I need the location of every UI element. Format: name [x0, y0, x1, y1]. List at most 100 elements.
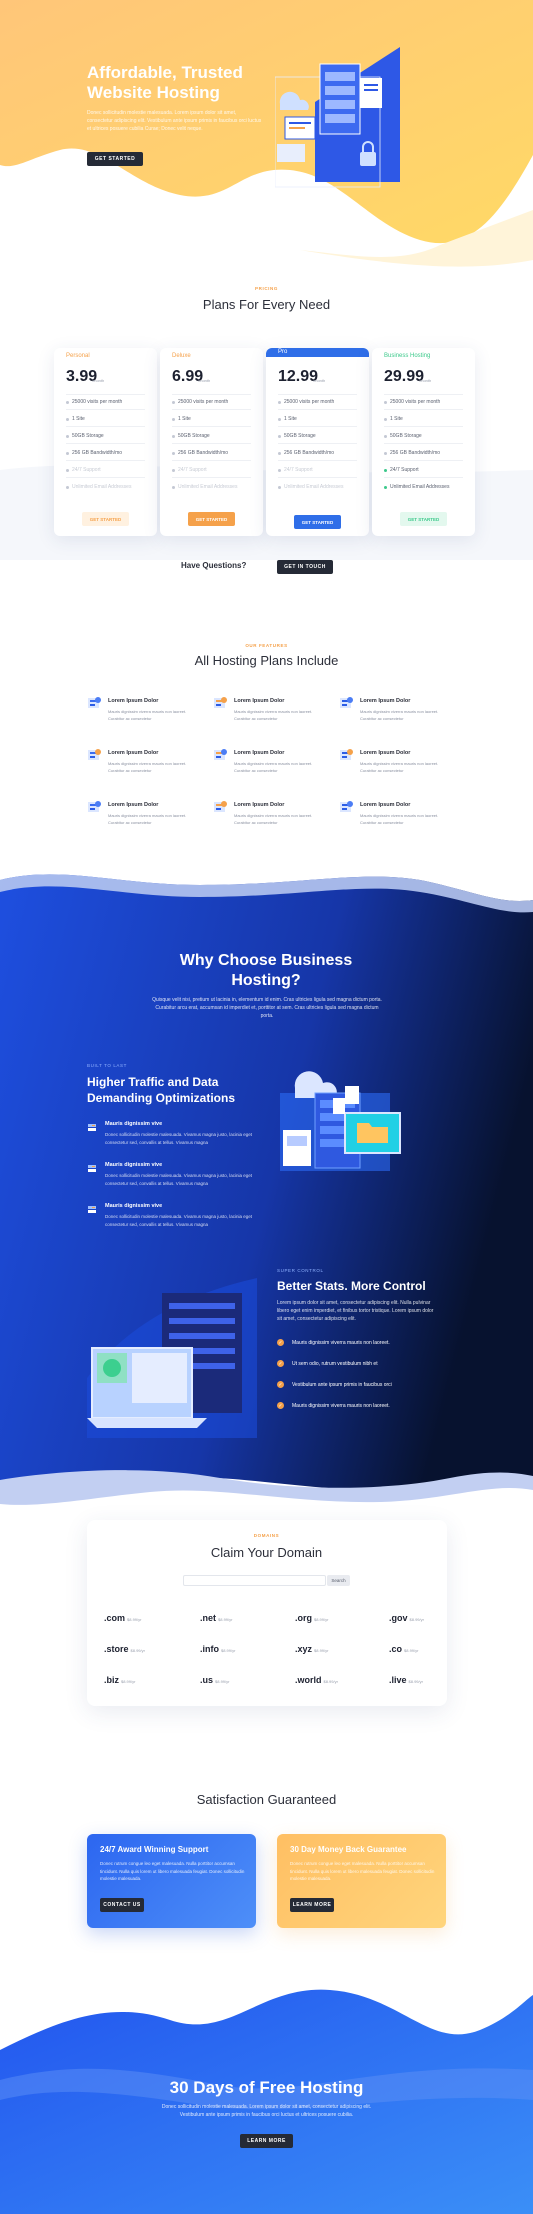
- get-in-touch-button[interactable]: GET IN TOUCH: [277, 560, 333, 574]
- check-icon: ✓: [277, 1339, 284, 1346]
- plan-period: /month: [92, 378, 105, 383]
- domain-search-button[interactable]: Search: [327, 1575, 350, 1586]
- bullet-icon: [172, 434, 175, 438]
- plan-feature-text: Unlimited Email Addresses: [390, 484, 450, 490]
- feature-description: Mauris dignissim viverra mauris non laor…: [108, 709, 187, 721]
- tld-price: $8.99/yr: [121, 1679, 136, 1684]
- money-back-card-title: 30 Day Money Back Guarantee: [290, 1845, 407, 1854]
- pricing-card-1: Deluxe 6.99/month 25000 visits per month 1 …: [160, 348, 263, 536]
- questions-text: Have Questions?: [181, 561, 247, 570]
- bullet-icon: [278, 417, 281, 421]
- tld-price: $8.99/yr: [215, 1679, 230, 1684]
- feature-divider: [384, 443, 463, 444]
- plan-feature-text: Unlimited Email Addresses: [178, 484, 238, 490]
- tld-price: $8.99/yr: [218, 1617, 233, 1622]
- feature-description: Mauris dignissim viverra mauris non laor…: [360, 709, 439, 721]
- plan-feature: 24/7 Support: [172, 467, 207, 473]
- tld-item[interactable]: .xyz $8.99/yr: [295, 1644, 328, 1654]
- plan-feature: 256 GB Bandwidth/mo: [384, 450, 440, 456]
- domain-label: DOMAINS: [253, 1533, 280, 1538]
- feature-divider: [172, 426, 251, 427]
- tld-item[interactable]: .com $8.99/yr: [104, 1613, 141, 1623]
- traffic-item-title: Mauris dignissim vive: [105, 1203, 163, 1209]
- feature-description: Mauris dignissim viverra mauris non laor…: [234, 813, 313, 825]
- hero-description: Donec sollicitudin molestie malesuada. L…: [87, 110, 262, 132]
- tld-item[interactable]: .store $8.99/yr: [104, 1644, 145, 1654]
- plan-feature-text: 50GB Storage: [284, 433, 316, 439]
- plan-feature-text: 1 Site: [72, 416, 85, 422]
- tld-item[interactable]: .gov $8.99/yr: [389, 1613, 424, 1623]
- tld-price: $8.99/yr: [408, 1679, 423, 1684]
- free-hosting-learn-more-button[interactable]: LEARN MORE: [240, 2134, 293, 2148]
- stats-item-text: Ut sem odio, rutrum vestibulum nibh et: [292, 1361, 378, 1367]
- plan-feature: Unlimited Email Addresses: [172, 484, 237, 490]
- bullet-icon: [66, 451, 69, 455]
- traffic-title: Higher Traffic and Data Demanding Optimi…: [87, 1075, 236, 1105]
- feature-title: Lorem Ipsum Dolor: [360, 698, 411, 704]
- pricing-title: Plans For Every Need: [202, 297, 331, 312]
- plan-feature: 50GB Storage: [384, 433, 422, 439]
- tld-item[interactable]: .us $8.99/yr: [200, 1675, 229, 1685]
- plan-price: 6.99: [172, 368, 204, 385]
- bullet-icon: [66, 417, 69, 421]
- check-icon: ✓: [277, 1402, 284, 1409]
- tld-name: .biz: [104, 1675, 119, 1685]
- plan-feature-text: 24/7 Support: [178, 467, 207, 473]
- traffic-item-description: Donec sollicitudin molestie malesuada. V…: [105, 1214, 252, 1227]
- plan-feature-text: 256 GB Bandwidth/mo: [72, 450, 123, 456]
- feature-divider: [278, 443, 357, 444]
- why-title: Why Choose Business Hosting?: [179, 952, 353, 989]
- feature-description: Mauris dignissim viverra mauris non laor…: [234, 761, 313, 773]
- plan-feature-text: 25000 visits per month: [390, 399, 441, 405]
- plan-name: Personal: [66, 353, 90, 359]
- plan-feature: 1 Site: [172, 416, 191, 422]
- tld-name: .live: [389, 1675, 407, 1685]
- domain-search-input[interactable]: [183, 1575, 326, 1586]
- stats-title: Better Stats. More Control: [277, 1279, 426, 1293]
- page-background: [0, 0, 533, 2214]
- server-icon: [87, 1202, 97, 1213]
- feature-description: Mauris dignissim viverra mauris non laor…: [360, 813, 439, 825]
- bullet-icon: [384, 485, 387, 489]
- bullet-icon: [384, 417, 387, 421]
- plan-feature: 25000 visits per month: [172, 399, 228, 405]
- feature-icon: [213, 748, 227, 762]
- free-hosting-description: Donec sollicitudin molestie malesuada. L…: [161, 2104, 372, 2118]
- bullet-icon: [66, 485, 69, 489]
- tld-name: .org: [295, 1613, 312, 1623]
- plan-period: /month: [313, 378, 326, 383]
- hero-get-started-button[interactable]: GET STARTED: [87, 152, 143, 166]
- tld-item[interactable]: .net $8.99/yr: [200, 1613, 232, 1623]
- feature-icon: [213, 800, 227, 814]
- contact-us-button[interactable]: CONTACT US: [100, 1898, 144, 1912]
- feature-icon: [87, 800, 101, 814]
- tld-item[interactable]: .world $8.99/yr: [295, 1675, 338, 1685]
- plan-feature: 24/7 Support: [384, 467, 419, 473]
- traffic-item-title: Mauris dignissim vive: [105, 1162, 163, 1168]
- tld-item[interactable]: .live $8.99/yr: [389, 1675, 423, 1685]
- plan-feature: Unlimited Email Addresses: [66, 484, 131, 490]
- learn-more-card-button[interactable]: LEARN MORE: [290, 1898, 334, 1912]
- feature-divider: [66, 409, 145, 410]
- tld-item[interactable]: .biz $8.99/yr: [104, 1675, 135, 1685]
- plan-get-started-button[interactable]: GET STARTED: [400, 512, 447, 526]
- plan-feature: 256 GB Bandwidth/mo: [172, 450, 228, 456]
- tld-price: $8.99/yr: [314, 1617, 329, 1622]
- tld-name: .store: [104, 1644, 129, 1654]
- plan-get-started-button[interactable]: GET STARTED: [82, 512, 129, 526]
- tld-item[interactable]: .co $8.99/yr: [389, 1644, 418, 1654]
- plan-get-started-button[interactable]: GET STARTED: [188, 512, 235, 526]
- feature-divider: [384, 460, 463, 461]
- bullet-icon: [66, 468, 69, 472]
- traffic-item-title: Mauris dignissim vive: [105, 1121, 163, 1127]
- pricing-card-2: Pro 12.99/month 25000 visits per month 1 Si…: [266, 348, 369, 536]
- feature-divider: [66, 460, 145, 461]
- plan-feature-text: 25000 visits per month: [72, 399, 123, 405]
- tld-item[interactable]: .org $8.99/yr: [295, 1613, 328, 1623]
- plan-get-started-button[interactable]: GET STARTED: [294, 515, 341, 529]
- feature-icon: [87, 696, 101, 710]
- plan-feature: 24/7 Support: [278, 467, 313, 473]
- plan-feature-text: 256 GB Bandwidth/mo: [178, 450, 229, 456]
- tld-item[interactable]: .info $8.99/yr: [200, 1644, 235, 1654]
- plan-feature: 50GB Storage: [172, 433, 210, 439]
